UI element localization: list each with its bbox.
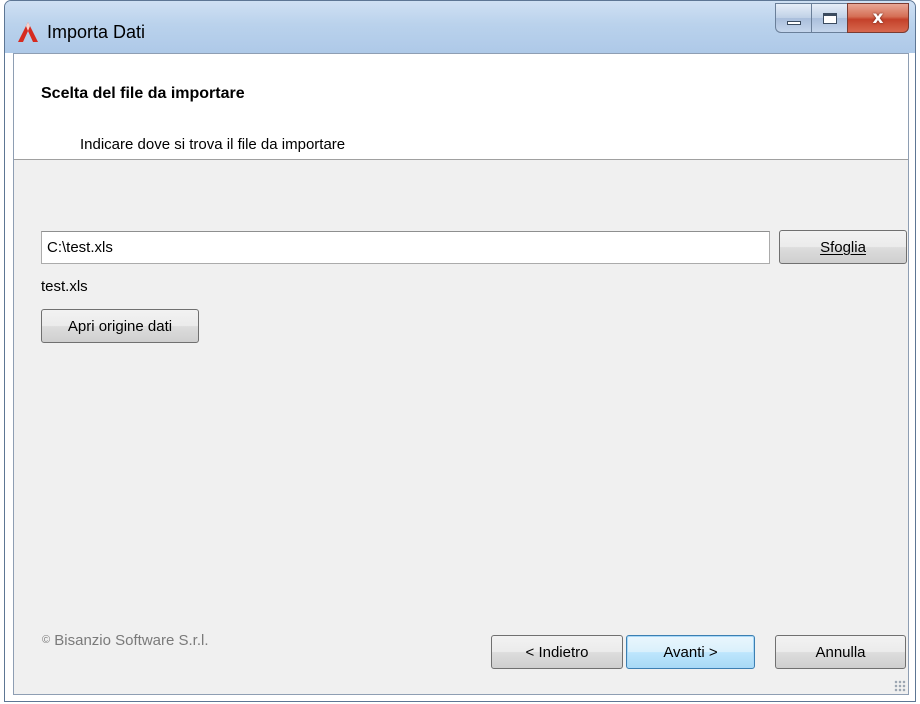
open-data-source-label: Apri origine dati — [67, 317, 173, 335]
copyright-symbol: © — [42, 634, 51, 646]
browse-button-label: Sfoglia — [820, 238, 866, 256]
browse-button[interactable]: Sfoglia — [779, 230, 907, 264]
minimize-icon — [786, 21, 801, 25]
copyright-label: Bisanzio Software S.r.l. — [54, 632, 209, 649]
app-logo-icon — [18, 22, 38, 42]
window-controls: x — [775, 3, 909, 33]
maximize-button[interactable] — [811, 3, 847, 33]
cancel-button[interactable]: Annulla — [775, 635, 906, 669]
minimize-button[interactable] — [775, 3, 811, 33]
resize-grip-icon[interactable] — [894, 680, 906, 692]
import-wizard-window: Importa Dati x Scelta del file da import… — [4, 0, 916, 702]
title-bar[interactable]: Importa Dati x — [5, 1, 915, 53]
close-button[interactable]: x — [847, 3, 909, 33]
selected-file-name: test.xls — [41, 278, 88, 295]
close-icon: x — [872, 8, 884, 28]
cancel-button-label: Annulla — [815, 643, 866, 661]
back-button-label: < Indietro — [525, 643, 589, 661]
window-title: Importa Dati — [47, 22, 146, 42]
open-data-source-button[interactable]: Apri origine dati — [41, 309, 199, 343]
next-button-label: Avanti > — [663, 643, 718, 661]
page-title: Scelta del file da importare — [41, 85, 245, 102]
wizard-header: Scelta del file da importare Indicare do… — [14, 54, 908, 160]
dialog-body: Scelta del file da importare Indicare do… — [13, 53, 909, 695]
copyright-text: © Bisanzio Software S.r.l. — [42, 632, 209, 649]
next-button[interactable]: Avanti > — [626, 635, 755, 669]
maximize-icon — [822, 12, 837, 24]
file-path-input[interactable] — [41, 231, 770, 264]
page-subtitle: Indicare dove si trova il file da import… — [80, 136, 346, 153]
back-button[interactable]: < Indietro — [491, 635, 623, 669]
